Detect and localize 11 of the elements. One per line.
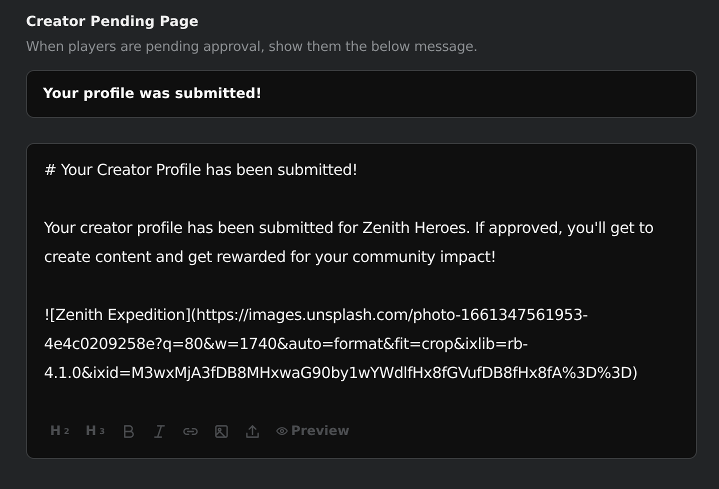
preview-button[interactable]: Preview bbox=[272, 422, 352, 440]
message-text: # Your Creator Profile has been submitted! Your creator profile has been submitted for Zenith Heroes. If approved, you'll get to create content and get rewarded for your community impact! ![Zenith Expedition](https://images.unsplash.com/photo-1661347561953-4e4c0209258e?q=80&w=1740&auto=format&fit=crop&ixlib=rb-4.1.0&ixid=M3wxMjA3fDB8MHxwaG90by1wYWdlfHx8fGVufDB8fHx8fA%3D%3D) bbox=[43, 160, 654, 384]
image-icon bbox=[214, 424, 229, 438]
section-description: When players are pending approval, show them the below message. bbox=[26, 39, 478, 55]
preview-label: Preview bbox=[290, 424, 350, 438]
italic-icon bbox=[152, 424, 167, 438]
heading-input-field[interactable]: Your profile was submitted! bbox=[26, 70, 697, 118]
message-editor-field[interactable] bbox=[26, 143, 697, 459]
section-title: Creator Pending Page bbox=[26, 14, 200, 30]
eye-icon bbox=[276, 425, 288, 437]
upload-icon bbox=[244, 424, 260, 438]
